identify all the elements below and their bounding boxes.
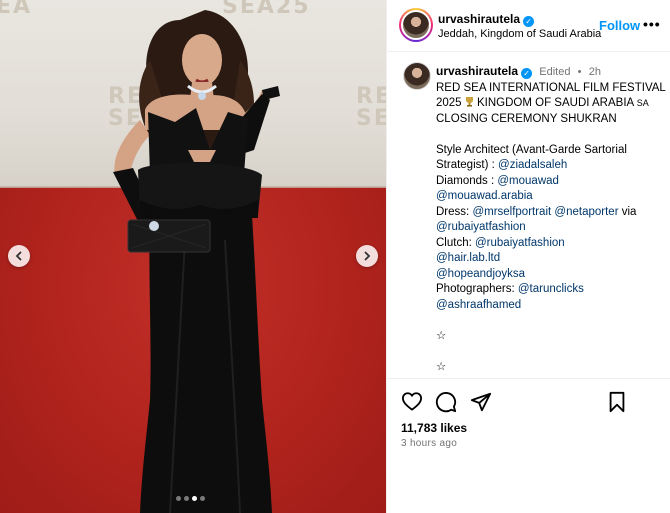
avatar[interactable] <box>399 8 433 42</box>
caption-title-line: RED SEA INTERNATIONAL FILM FESTIVAL <box>436 81 666 94</box>
chevron-left-icon <box>15 251 22 261</box>
star-glyph: ☆ <box>436 329 447 342</box>
chevron-right-icon <box>364 251 371 261</box>
credit-line: Clutch: @rubaiyatfashion <box>436 236 565 249</box>
mention-link[interactable]: @mouawad.arabia <box>436 190 533 202</box>
likes-count[interactable]: 11,783 likes <box>401 421 467 435</box>
mention-link[interactable]: @rubaiyatfashion <box>475 237 565 249</box>
caption-username[interactable]: urvashirautela <box>436 64 518 78</box>
meta-separator: • <box>577 66 582 78</box>
mention-link[interactable]: @ziadalsaleh <box>498 159 567 171</box>
comment-icon[interactable] <box>435 391 457 413</box>
carousel-indicator <box>176 496 205 501</box>
mention-link[interactable]: @rubaiyatfashion <box>436 221 526 233</box>
star-glyph: ☆ <box>436 360 447 373</box>
post-location[interactable]: Jeddah, Kingdom of Saudi Arabia <box>438 28 601 40</box>
previous-image-button[interactable] <box>8 245 30 267</box>
carousel-dot <box>200 496 205 501</box>
post-timestamp[interactable]: 3 hours ago <box>401 438 457 449</box>
mention-link[interactable]: @hair.lab.ltd <box>436 252 500 264</box>
credit-line: Diamonds : @mouawad <box>436 174 559 187</box>
mention-link[interactable]: @hopeandjoyksa <box>436 268 525 280</box>
verified-icon: ✓ <box>521 68 533 79</box>
post-age: 2h <box>588 66 601 78</box>
credit-line: Dress: @mrselfportrait @netaporter via <box>436 205 637 218</box>
post-header: urvashirautela ✓ Jeddah, Kingdom of Saudi… <box>387 0 670 52</box>
trophy-icon <box>465 97 473 107</box>
credit-line: Style Architect (Avant-Garde Sartorial <box>436 143 627 156</box>
mention-link[interactable]: @tarunclicks <box>518 283 584 295</box>
header-username[interactable]: urvashirautela ✓ <box>438 12 535 27</box>
credit-line: Strategist) : @ziadalsaleh <box>436 159 568 171</box>
post-actions: 11,783 likes 3 hours ago <box>387 378 670 513</box>
credit-line: @ashraafhamed <box>436 298 666 314</box>
like-heart-icon[interactable] <box>401 391 423 411</box>
edited-label: Edited <box>539 66 571 78</box>
verified-icon: ✓ <box>523 16 535 27</box>
carousel-dot <box>176 496 181 501</box>
credit-line: @rubaiyatfashion <box>436 220 666 236</box>
caption-title-line: 2025 KINGDOM OF SAUDI ARABIA SA <box>436 97 649 109</box>
caption-avatar[interactable] <box>403 62 431 90</box>
woman-in-black-gown <box>113 10 280 513</box>
credit-line: @hopeandjoyksa <box>436 267 666 283</box>
share-send-icon[interactable] <box>470 391 492 413</box>
credit-line: @mouawad.arabia <box>436 189 666 205</box>
credit-line: @hair.lab.ltd <box>436 251 666 267</box>
caption-title-line: CLOSING CEREMONY SHUKRAN <box>436 112 617 125</box>
follow-button[interactable]: Follow <box>599 18 640 33</box>
post-caption: urvashirautela ✓ Edited • 2h RED SEA INTE… <box>436 64 666 375</box>
mention-link[interactable]: @mrselfportrait <box>472 206 551 218</box>
carousel-dot-active <box>192 496 197 501</box>
username-link[interactable]: urvashirautela <box>438 12 520 26</box>
mention-link[interactable]: @mouawad <box>497 175 559 187</box>
credit-line: Photographers: @tarunclicks <box>436 283 584 295</box>
mention-link[interactable]: @ashraafhamed <box>436 299 521 311</box>
carousel-dot <box>184 496 189 501</box>
save-bookmark-icon[interactable] <box>607 391 627 413</box>
post-photo[interactable]: EA SEA25 RE SE RE SE <box>0 0 386 513</box>
post-details-panel: urvashirautela ✓ Jeddah, Kingdom of Saudi… <box>386 0 670 513</box>
more-options-icon[interactable]: ••• <box>643 16 661 32</box>
mention-link[interactable]: @netaporter <box>554 206 618 218</box>
next-image-button[interactable] <box>356 245 378 267</box>
